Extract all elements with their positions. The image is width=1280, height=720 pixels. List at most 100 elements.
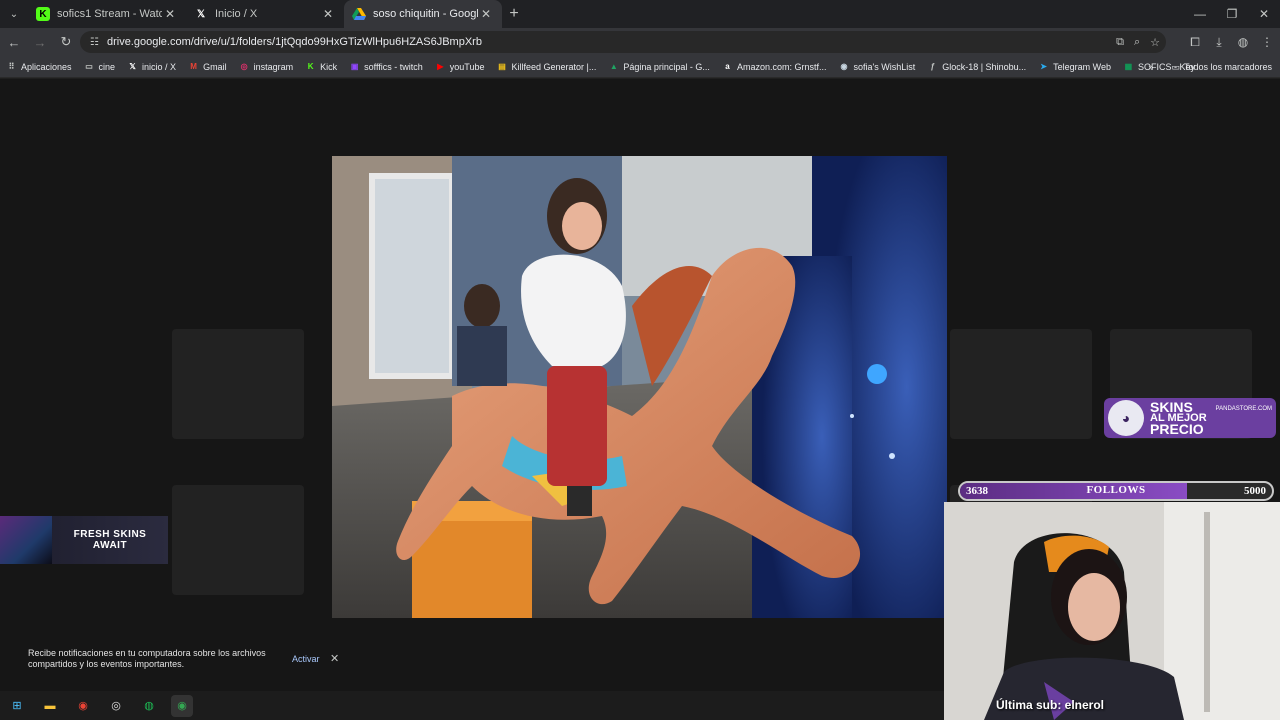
extensions-icon[interactable]: ⧠ bbox=[1186, 35, 1204, 50]
install-app-icon[interactable]: ⧉ bbox=[1116, 36, 1124, 49]
panda-mascot-icon: ◕ bbox=[1108, 400, 1144, 436]
spotify-icon[interactable]: ◍ bbox=[138, 695, 160, 717]
tab-title: sofics1 Stream - Watch Live on bbox=[57, 8, 162, 20]
bookmark-item[interactable]: ➤ Telegram Web bbox=[1038, 61, 1111, 72]
tab-drive[interactable]: soso chiquitin - Google Drive ✕ bbox=[344, 0, 502, 28]
bookmark-item[interactable]: ▭ cine bbox=[84, 61, 116, 72]
windows-start-icon[interactable]: ⊞ bbox=[6, 695, 28, 717]
bookmark-label: Killfeed Generator |... bbox=[511, 61, 597, 72]
screen: ⌄ K sofics1 Stream - Watch Live on ✕ 𝕏 I… bbox=[0, 0, 1280, 720]
fresh-skins-banner: FRESH SKINS AWAIT bbox=[0, 516, 168, 564]
steam-icon: ◉ bbox=[840, 62, 848, 71]
bookmark-item[interactable]: ƒ Glock-18 | Shinobu... bbox=[927, 61, 1026, 72]
tab-title: soso chiquitin - Google Drive bbox=[373, 8, 478, 20]
close-window-icon[interactable]: ✕ bbox=[1248, 0, 1280, 28]
site-info-icon[interactable]: ☷ bbox=[90, 37, 99, 48]
bookmark-label: youTube bbox=[449, 61, 485, 72]
photo-image bbox=[332, 156, 947, 618]
tab-strip: ⌄ K sofics1 Stream - Watch Live on ✕ 𝕏 I… bbox=[0, 0, 1280, 28]
follows-goal-bar: 3638 5000 FOLLOWS bbox=[958, 481, 1274, 501]
bookmark-item[interactable]: ▲ Página principal - G... bbox=[608, 61, 710, 72]
youtube-icon: ▶ bbox=[437, 62, 444, 71]
follows-label: FOLLOWS bbox=[1086, 484, 1146, 496]
bookmark-label: inicio / X bbox=[142, 61, 177, 72]
instagram-icon: ◎ bbox=[240, 62, 248, 71]
bookmark-label: sofffics - twitch bbox=[364, 61, 423, 72]
bookmark-label: Telegram Web bbox=[1053, 61, 1111, 72]
chevron-down-icon: ⌄ bbox=[9, 8, 19, 20]
back-icon[interactable]: ← bbox=[2, 30, 26, 54]
sheets-icon: ▦ bbox=[1124, 62, 1133, 71]
kick-icon: K bbox=[36, 7, 50, 21]
close-icon[interactable]: ✕ bbox=[330, 652, 339, 665]
bookmark-item[interactable]: ▶ youTube bbox=[435, 61, 485, 72]
bookmarks-bar: ⠿ Aplicaciones ▭ cine 𝕏inicio / X M Gmail ◎ inst… bbox=[0, 56, 1280, 78]
reload-icon[interactable]: ↻ bbox=[54, 30, 78, 54]
skins-site-label: PANDASTORE.COM bbox=[1215, 406, 1272, 412]
streamer-camera-image bbox=[944, 502, 1280, 720]
fresh-skins-line1: FRESH SKINS bbox=[73, 529, 147, 540]
windows-taskbar: ⊞ ▬ ◉ ◎ ◍ ◉ bbox=[0, 691, 944, 720]
bookmark-item[interactable]: K Kick bbox=[305, 61, 337, 72]
photo-preview[interactable] bbox=[332, 156, 947, 618]
x-icon: 𝕏 bbox=[129, 62, 136, 71]
all-bookmarks-label: Todos los marcadores bbox=[1183, 62, 1272, 72]
twitch-icon: ▣ bbox=[350, 62, 359, 71]
close-tab-icon[interactable]: ✕ bbox=[320, 7, 336, 21]
bookmark-label: Gmail bbox=[203, 61, 227, 72]
killfeed-icon: ▤ bbox=[498, 62, 506, 71]
bookmark-item[interactable]: ⠿ Aplicaciones bbox=[6, 61, 72, 72]
all-bookmarks-button[interactable]: » ▭ Todos los marcadores bbox=[1148, 56, 1272, 78]
profile-icon[interactable]: ◍ bbox=[1234, 35, 1252, 49]
weapon-art-image bbox=[0, 516, 52, 564]
address-bar[interactable]: ☷ drive.google.com/drive/u/1/folders/1jt… bbox=[80, 31, 1166, 53]
last-sub-label: Última sub: elnerol bbox=[996, 698, 1105, 712]
bookmark-label: Aplicaciones bbox=[21, 61, 72, 72]
bookmark-item[interactable]: 𝕏inicio / X bbox=[127, 61, 176, 72]
minimize-icon[interactable]: — bbox=[1184, 0, 1216, 28]
chrome-icon[interactable]: ◉ bbox=[72, 695, 94, 717]
bookmark-item[interactable]: a Amazon.com: Grnstf... bbox=[722, 61, 827, 72]
menu-kebab-icon[interactable]: ⋮ bbox=[1258, 35, 1276, 49]
forward-icon[interactable]: → bbox=[28, 30, 52, 54]
bookmark-label: Amazon.com: Grnstf... bbox=[736, 61, 827, 72]
tab-search-button[interactable]: ⌄ bbox=[0, 0, 28, 28]
bookmark-item[interactable]: ◎ instagram bbox=[239, 61, 294, 72]
bookmark-label: cine bbox=[98, 61, 116, 72]
file-explorer-icon[interactable]: ▬ bbox=[39, 695, 61, 717]
bookmark-label: instagram bbox=[253, 61, 294, 72]
tab-x[interactable]: 𝕏 Inicio / X ✕ bbox=[186, 0, 344, 28]
more-bookmarks-icon[interactable]: » bbox=[1148, 62, 1153, 72]
download-icon[interactable]: ⤓ bbox=[1210, 35, 1228, 50]
folder-icon: ▭ bbox=[1171, 61, 1180, 72]
folder-icon: ▭ bbox=[85, 62, 93, 71]
new-tab-button[interactable]: + bbox=[502, 5, 526, 23]
bookmark-label: Kick bbox=[320, 61, 338, 72]
bookmark-star-icon[interactable]: ☆ bbox=[1150, 36, 1160, 49]
zoom-icon[interactable]: ⌕ bbox=[1134, 36, 1140, 49]
bookmark-item[interactable]: ▣ sofffics - twitch bbox=[349, 61, 423, 72]
bookmark-item[interactable]: ◉ sofia's WishList bbox=[838, 61, 915, 72]
bookmark-label: sofia's WishList bbox=[853, 61, 916, 72]
function-icon: ƒ bbox=[930, 62, 935, 71]
skins-price: PRECIO bbox=[1150, 420, 1204, 437]
close-tab-icon[interactable]: ✕ bbox=[478, 7, 494, 21]
kick-icon: K bbox=[307, 62, 314, 71]
pandastore-ad: ◕ SKINS AL MEJOR PRECIO PANDASTORE.COM bbox=[1104, 398, 1276, 438]
close-tab-icon[interactable]: ✕ bbox=[162, 7, 178, 21]
telegram-icon: ➤ bbox=[1040, 62, 1047, 71]
fresh-skins-line2: AWAIT bbox=[92, 540, 128, 551]
drive-icon: ▲ bbox=[609, 62, 618, 71]
webcam-feed bbox=[944, 502, 1280, 720]
drive-icon bbox=[352, 7, 366, 21]
x-icon: 𝕏 bbox=[196, 8, 206, 20]
restore-icon[interactable]: ❐ bbox=[1216, 0, 1248, 28]
obs-icon[interactable]: ◎ bbox=[105, 695, 127, 717]
tab-kick[interactable]: K sofics1 Stream - Watch Live on ✕ bbox=[28, 0, 186, 28]
bookmark-item[interactable]: ▤ Killfeed Generator |... bbox=[497, 61, 597, 72]
bookmark-item[interactable]: M Gmail bbox=[188, 61, 227, 72]
url-text: drive.google.com/drive/u/1/folders/1jtQq… bbox=[106, 36, 482, 48]
chrome-profile-icon[interactable]: ◉ bbox=[171, 694, 193, 717]
activate-notifications-button[interactable]: Activar bbox=[292, 654, 320, 664]
apps-grid-icon: ⠿ bbox=[8, 62, 15, 71]
